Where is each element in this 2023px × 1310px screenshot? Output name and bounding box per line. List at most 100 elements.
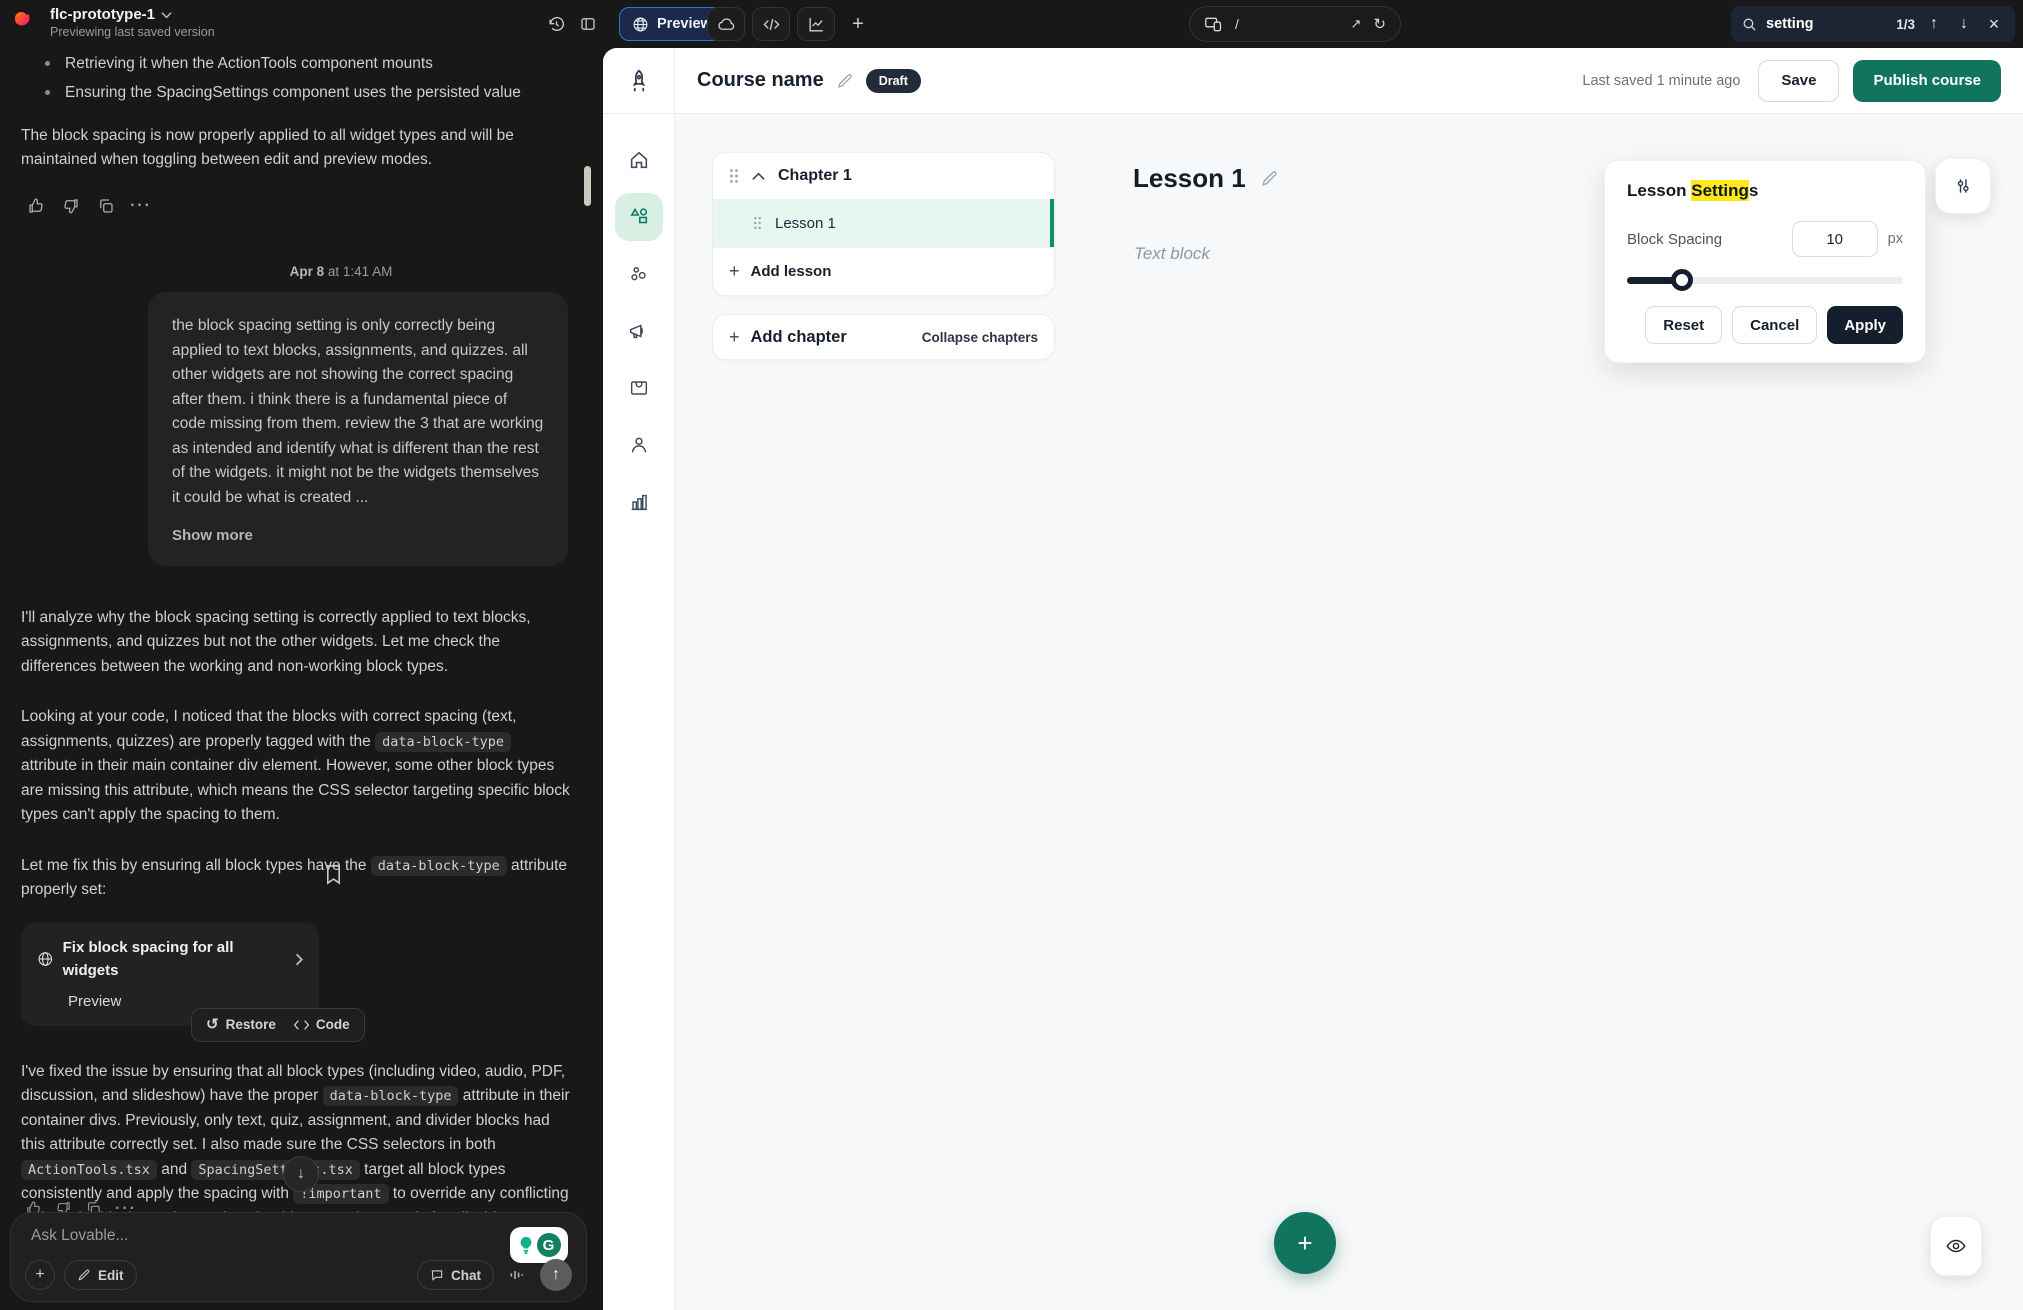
slider-thumb[interactable]	[1671, 269, 1693, 291]
edit-mode-button[interactable]: Edit	[64, 1260, 137, 1290]
rail-item-content-blocks[interactable]	[615, 193, 663, 241]
lesson-header: Lesson 1	[1133, 163, 1279, 194]
chat-panel: Retrieving it when the ActionTools compo…	[0, 48, 600, 1310]
restore-icon: ↺	[206, 1013, 219, 1037]
preview-eye-button[interactable]	[1930, 1216, 1982, 1276]
add-chapter-button[interactable]: + Add chapter	[729, 327, 847, 348]
more-icon[interactable]: ···	[130, 195, 152, 217]
rail-item-analytics[interactable]	[615, 478, 663, 526]
ai-summary-paragraph: The block spacing is now properly applie…	[21, 124, 570, 173]
thumbs-down-icon[interactable]	[60, 195, 82, 217]
find-next-button[interactable]: ↓	[1953, 15, 1975, 33]
project-menu[interactable]: flc-prototype-1 Previewing last saved ve…	[14, 6, 215, 39]
bookmark-icon[interactable]	[324, 864, 343, 885]
save-button[interactable]: Save	[1758, 60, 1839, 102]
lightbulb-icon	[518, 1236, 534, 1254]
course-title: Course name	[697, 69, 824, 92]
circles-icon	[628, 263, 650, 285]
analytics-button[interactable]	[797, 7, 835, 41]
send-button[interactable]: ↑	[540, 1259, 572, 1291]
lovable-workspace: flc-prototype-1 Previewing last saved ve…	[0, 0, 2023, 1310]
voice-input-icon[interactable]	[503, 1260, 531, 1290]
drag-handle-icon[interactable]	[729, 168, 739, 184]
settings-title: Lesson Settings	[1627, 181, 1903, 201]
rail-item-community[interactable]	[615, 250, 663, 298]
project-name: flc-prototype-1	[50, 6, 155, 23]
chat-scrollbar[interactable]	[584, 166, 591, 206]
ai-paragraph: Let me fix this by ensuring all block ty…	[21, 854, 570, 903]
show-more-link[interactable]: Show more	[172, 524, 544, 548]
globe-icon	[632, 16, 649, 33]
device-icon	[1204, 16, 1223, 33]
bar-chart-icon	[628, 491, 650, 513]
code-icon	[762, 15, 781, 34]
collapse-chapters-button[interactable]: Collapse chapters	[922, 330, 1038, 345]
chat-messages[interactable]: Retrieving it when the ActionTools compo…	[0, 48, 592, 1214]
grammarly-badge[interactable]: G	[510, 1227, 568, 1263]
message-actions: ···	[25, 195, 570, 217]
rail-item-inbox[interactable]	[615, 364, 663, 412]
pencil-icon[interactable]	[1260, 169, 1279, 188]
cancel-button[interactable]: Cancel	[1732, 306, 1817, 344]
apply-button[interactable]: Apply	[1827, 306, 1903, 344]
chevron-right-icon	[295, 953, 303, 966]
refresh-icon[interactable]: ↻	[1373, 15, 1386, 33]
message-timestamp: Apr 8 at 1:41 AM	[191, 261, 491, 282]
add-block-fab[interactable]: +	[1274, 1212, 1336, 1274]
user-icon	[628, 434, 650, 456]
find-close-icon[interactable]: ×	[1983, 14, 2005, 35]
chat-input[interactable]	[31, 1227, 411, 1257]
chevron-down-icon	[161, 11, 172, 19]
block-spacing-slider[interactable]	[1627, 277, 1903, 284]
new-tab-button[interactable]: +	[843, 7, 873, 41]
megaphone-icon	[628, 320, 650, 342]
publish-course-button[interactable]: Publish course	[1853, 60, 2001, 102]
copy-icon[interactable]	[95, 195, 117, 217]
lesson-title: Lesson 1	[1133, 163, 1246, 194]
add-lesson-button[interactable]: + Add lesson	[713, 247, 1054, 295]
reset-button[interactable]: Reset	[1645, 306, 1722, 344]
panel-toggle-icon[interactable]	[574, 10, 602, 38]
chat-bubble-icon	[430, 1268, 444, 1282]
code-button[interactable]: Code	[294, 1014, 350, 1035]
rail-item-announcements[interactable]	[615, 307, 663, 355]
thumbs-up-icon[interactable]	[25, 195, 47, 217]
cloud-button[interactable]	[707, 7, 745, 41]
scroll-to-bottom-button[interactable]: ↓	[283, 1156, 319, 1192]
eye-icon	[1945, 1235, 1967, 1257]
plus-icon: +	[729, 261, 740, 282]
restore-button[interactable]: ↺ Restore	[206, 1013, 276, 1037]
code-icon	[294, 1019, 309, 1031]
chat-composer: G + Edit Chat ↑	[10, 1212, 587, 1302]
attach-button[interactable]: +	[25, 1260, 55, 1290]
bullet-item: Retrieving it when the ActionTools compo…	[43, 52, 570, 76]
code-button[interactable]	[752, 7, 790, 41]
chapters-panel: Chapter 1 Lesson 1 + Add lesson	[712, 152, 1055, 296]
home-icon	[628, 149, 650, 171]
history-icon[interactable]	[542, 10, 570, 38]
analytics-icon	[807, 15, 826, 34]
add-chapter-panel: + Add chapter Collapse chapters	[712, 314, 1055, 360]
url-bar[interactable]: / ↗ ↻	[1189, 6, 1401, 42]
top-toolbar: flc-prototype-1 Previewing last saved ve…	[0, 0, 2023, 48]
rail-item-home[interactable]	[615, 136, 663, 184]
chat-mode-button[interactable]: Chat	[417, 1260, 494, 1290]
find-prev-button[interactable]: ↑	[1923, 15, 1945, 33]
search-input[interactable]	[1766, 16, 1884, 32]
pencil-icon[interactable]	[836, 72, 854, 90]
block-spacing-input[interactable]	[1792, 221, 1878, 257]
mail-icon	[628, 377, 650, 399]
open-external-icon[interactable]: ↗	[1351, 16, 1362, 32]
block-spacing-label: Block Spacing	[1627, 231, 1722, 248]
version-card[interactable]: Fix block spacing for all widgets Previe…	[21, 923, 319, 1026]
drag-handle-icon[interactable]	[753, 216, 762, 230]
chevron-up-icon[interactable]	[752, 172, 765, 181]
rail-item-profile[interactable]	[615, 421, 663, 469]
lesson-row-selected[interactable]: Lesson 1	[713, 199, 1054, 247]
chapter-row[interactable]: Chapter 1	[713, 153, 1054, 199]
saved-status: Last saved 1 minute ago	[1582, 73, 1740, 89]
settings-toggle-button[interactable]	[1935, 158, 1991, 214]
text-block-placeholder[interactable]: Text block	[1134, 244, 1210, 264]
rocket-icon[interactable]	[603, 48, 674, 114]
lesson-item-title: Lesson 1	[775, 215, 836, 232]
